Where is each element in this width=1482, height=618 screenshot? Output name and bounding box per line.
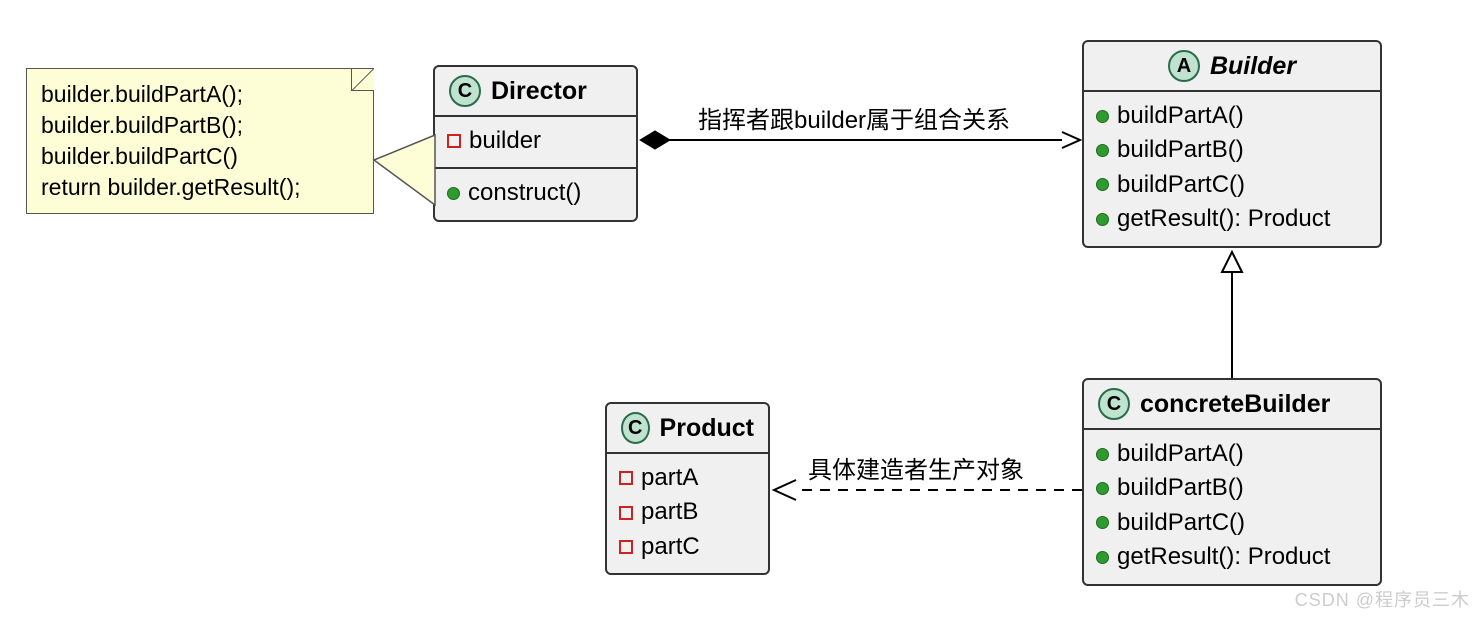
method-text: buildPartA() (1117, 100, 1244, 132)
label-dependency: 具体建造者生产对象 (808, 450, 1024, 485)
method-text: buildPartB() (1117, 134, 1244, 166)
method-text: buildPartA() (1117, 438, 1244, 470)
note-line: builder.buildPartB(); (41, 110, 359, 141)
public-icon (1096, 213, 1109, 226)
attributes-section: builder (435, 115, 636, 167)
public-icon (1096, 110, 1109, 123)
public-icon (1096, 551, 1109, 564)
method-text: buildPartC() (1117, 507, 1245, 539)
method-text: getResult(): Product (1117, 203, 1330, 235)
note-line: builder.buildPartA(); (41, 79, 359, 110)
attribute-row: partC (619, 531, 756, 563)
attribute-row: partB (619, 496, 756, 528)
arrow-open-icon (1062, 132, 1080, 148)
public-icon (1096, 482, 1109, 495)
class-icon: C (449, 75, 481, 107)
methods-section: buildPartA() buildPartB() buildPartC() g… (1084, 428, 1380, 584)
method-row: buildPartA() (1096, 100, 1368, 132)
attribute-text: partA (641, 462, 698, 494)
class-name: Director (491, 77, 587, 106)
method-row: getResult(): Product (1096, 203, 1368, 235)
method-text: construct() (468, 177, 581, 209)
class-name: Product (660, 414, 754, 443)
method-text: buildPartB() (1117, 472, 1244, 504)
method-row: construct() (447, 177, 624, 209)
attribute-row: partA (619, 462, 756, 494)
method-row: getResult(): Product (1096, 541, 1368, 573)
class-icon: C (1098, 388, 1130, 420)
watermark: CSDN @程序员三木 (1295, 586, 1470, 612)
class-title: C concreteBuilder (1084, 380, 1380, 428)
note-construct: builder.buildPartA(); builder.buildPartB… (26, 68, 374, 214)
class-icon: C (621, 412, 650, 444)
public-icon (447, 187, 460, 200)
diamond-filled-icon (640, 131, 670, 149)
private-icon (619, 540, 633, 554)
public-icon (1096, 178, 1109, 191)
class-name: Builder (1210, 52, 1296, 81)
public-icon (1096, 516, 1109, 529)
note-tail-icon (374, 135, 435, 205)
class-title: A Builder (1084, 42, 1380, 90)
method-row: buildPartC() (1096, 169, 1368, 201)
methods-section: construct() (435, 167, 636, 219)
method-row: buildPartB() (1096, 134, 1368, 166)
method-text: getResult(): Product (1117, 541, 1330, 573)
triangle-hollow-icon (1222, 252, 1242, 272)
note-line: builder.buildPartC() (41, 141, 359, 172)
public-icon (1096, 144, 1109, 157)
class-title: C Product (607, 404, 768, 452)
class-product: C Product partA partB partC (605, 402, 770, 575)
label-composition: 指挥者跟builder属于组合关系 (698, 100, 1010, 135)
method-row: buildPartB() (1096, 472, 1368, 504)
arrow-open-icon (774, 480, 796, 500)
attribute-text: builder (469, 125, 541, 157)
note-fold-icon (351, 68, 374, 91)
private-icon (619, 471, 633, 485)
public-icon (1096, 448, 1109, 461)
private-icon (447, 134, 461, 148)
method-row: buildPartC() (1096, 507, 1368, 539)
method-row: buildPartA() (1096, 438, 1368, 470)
attributes-section: partA partB partC (607, 452, 768, 573)
abstract-icon: A (1168, 50, 1200, 82)
attribute-row: builder (447, 125, 624, 157)
private-icon (619, 506, 633, 520)
class-name: concreteBuilder (1140, 390, 1330, 419)
class-director: C Director builder construct() (433, 65, 638, 222)
attribute-text: partB (641, 496, 698, 528)
class-title: C Director (435, 67, 636, 115)
method-text: buildPartC() (1117, 169, 1245, 201)
class-concrete-builder: C concreteBuilder buildPartA() buildPart… (1082, 378, 1382, 586)
class-builder: A Builder buildPartA() buildPartB() buil… (1082, 40, 1382, 248)
attribute-text: partC (641, 531, 700, 563)
methods-section: buildPartA() buildPartB() buildPartC() g… (1084, 90, 1380, 246)
note-line: return builder.getResult(); (41, 172, 359, 203)
